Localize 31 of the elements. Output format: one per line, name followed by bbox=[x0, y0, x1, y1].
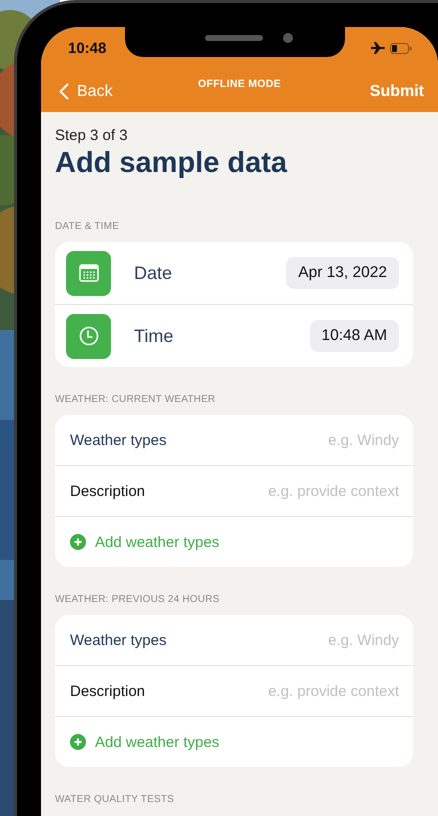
field-label: Weather types bbox=[70, 632, 166, 648]
row-label: Time bbox=[134, 326, 174, 346]
section-label: DATE & TIME bbox=[55, 221, 120, 232]
back-button[interactable]: Back bbox=[59, 82, 113, 100]
calendar-icon bbox=[66, 250, 111, 296]
section-label: WEATHER: PREVIOUS 24 HOURS bbox=[55, 594, 220, 605]
section-label: WATER QUALITY TESTS bbox=[55, 794, 174, 805]
input-field[interactable]: e.g. Windy bbox=[166, 632, 399, 648]
input-field[interactable]: e.g. provide context bbox=[145, 482, 399, 500]
date-picker[interactable]: Apr 13, 2022 bbox=[286, 257, 399, 289]
add-button[interactable]: Add weather types bbox=[70, 534, 220, 550]
section-label: WEATHER: CURRENT WEATHER bbox=[55, 394, 216, 405]
field-label: Weather types bbox=[70, 432, 166, 448]
plus-icon bbox=[70, 534, 86, 550]
page-title: Add sample data bbox=[55, 147, 288, 180]
row-label: Date bbox=[134, 262, 172, 284]
step-label: Step 3 of 3 bbox=[55, 127, 128, 144]
battery-icon bbox=[390, 42, 412, 54]
submit-button[interactable]: Submit bbox=[370, 82, 424, 100]
input-field[interactable]: e.g. Windy bbox=[166, 432, 399, 448]
add-button[interactable]: Add weather types bbox=[70, 734, 220, 750]
status-time: 10:48 bbox=[68, 38, 106, 56]
field-label: Description bbox=[70, 482, 146, 500]
input-field[interactable]: e.g. provide context bbox=[145, 682, 399, 700]
airplane-icon bbox=[371, 42, 385, 54]
field-label: Description bbox=[70, 682, 146, 700]
time-picker[interactable]: 10:48 AM bbox=[310, 320, 399, 352]
mode-title: OFFLINE MODE bbox=[198, 78, 281, 90]
chevron-left-icon bbox=[59, 83, 69, 100]
clock-icon bbox=[66, 314, 111, 358]
plus-icon bbox=[70, 734, 86, 750]
